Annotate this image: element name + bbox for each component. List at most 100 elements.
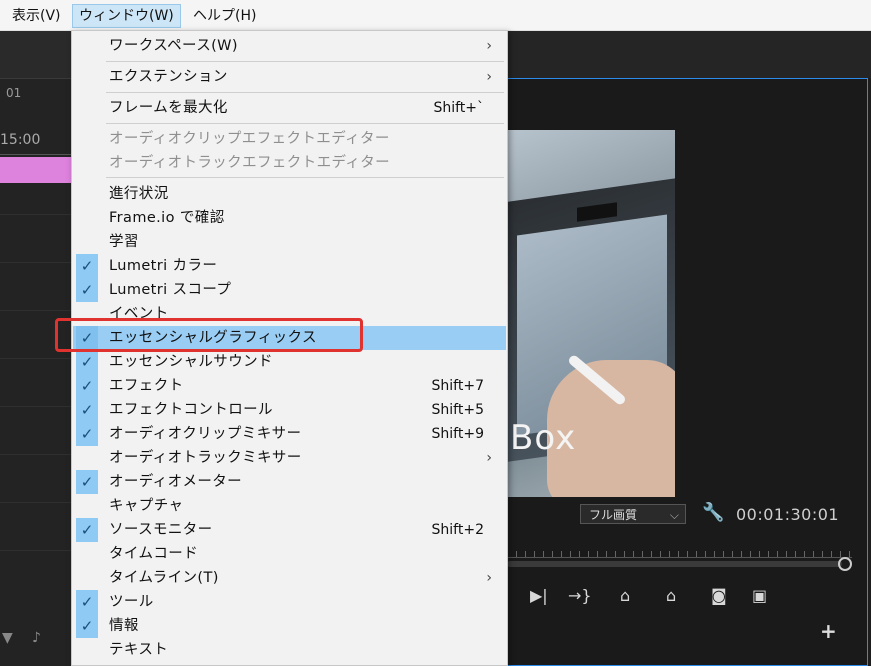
zoom-scrollbar[interactable] — [507, 561, 842, 567]
menu-item-label: オーディオクリップミキサー — [109, 426, 302, 442]
menu-item-label: エッセンシャルサウンド — [109, 354, 273, 370]
menu-item-timeline[interactable]: タイムライン(T) › — [73, 566, 506, 590]
menu-item-label: Lumetri スコープ — [109, 282, 232, 298]
quality-value: フル画質 — [589, 508, 638, 522]
menu-item-label: フレームを最大化 — [109, 100, 228, 116]
menu-item-info[interactable]: ✓ 情報 — [73, 614, 506, 638]
filter-icon[interactable]: ▼ — [2, 630, 13, 646]
video-overlay-text: Box — [510, 418, 577, 458]
menu-item-workspace[interactable]: ワークスペース(W) › — [73, 34, 506, 58]
check-icon: ✓ — [76, 278, 98, 302]
chevron-down-icon: ⌵ — [669, 508, 679, 522]
menu-item-source-monitor[interactable]: ✓ ソースモニター Shift+2 — [73, 518, 506, 542]
menu-item-lumetri-scopes[interactable]: ✓ Lumetri スコープ — [73, 278, 506, 302]
audio-icon[interactable]: ♪ — [32, 630, 41, 646]
menu-view[interactable]: 表示(V) — [12, 4, 61, 28]
check-icon: ✓ — [76, 254, 98, 278]
menu-item-label: 学習 — [109, 234, 139, 250]
menu-item-label: オーディオトラックミキサー — [109, 450, 302, 466]
menu-item-label: Lumetri カラー — [109, 258, 218, 274]
check-icon: ✓ — [76, 422, 98, 446]
go-to-out-icon[interactable]: →} — [568, 586, 592, 605]
menu-item-effect-controls[interactable]: ✓ エフェクトコントロール Shift+5 — [73, 398, 506, 422]
wrench-icon[interactable]: 🔧 — [702, 502, 724, 523]
menu-item-label: タイムライン(T) — [109, 570, 219, 586]
playhead-timecode[interactable]: 00:01:30:01 — [736, 505, 839, 524]
zoom-handle[interactable] — [838, 557, 852, 571]
menu-item-shortcut: Shift+` — [433, 100, 484, 116]
menu-item-essential-sound[interactable]: ✓ エッセンシャルサウンド — [73, 350, 506, 374]
menu-separator — [106, 61, 504, 62]
menu-item-audio-meters[interactable]: ✓ オーディオメーター — [73, 470, 506, 494]
compare-view-icon[interactable]: ▣ — [752, 586, 767, 605]
timeline-ruler — [0, 154, 72, 155]
track-divider — [0, 214, 72, 215]
menu-separator — [106, 123, 504, 124]
menu-separator — [106, 92, 504, 93]
menu-item-shortcut: Shift+7 — [431, 378, 484, 394]
submenu-arrow-icon: › — [486, 450, 492, 466]
timeline-tab-bar — [0, 31, 72, 79]
menu-item-label: エフェクト — [109, 378, 184, 394]
menu-item-label: オーディオメーター — [109, 474, 243, 490]
timeline-ruler-time: 15:00 — [0, 132, 41, 148]
check-icon: ✓ — [76, 518, 98, 542]
track-divider — [0, 262, 72, 263]
menu-item-frameio-review[interactable]: Frame.io で確認 — [73, 206, 506, 230]
menu-item-audio-clip-mixer[interactable]: ✓ オーディオクリップミキサー Shift+9 — [73, 422, 506, 446]
menu-item-label: エクステンション — [109, 69, 228, 85]
timeline-bottom-tools: ▼ ♪ — [0, 628, 72, 654]
menu-item-timecode[interactable]: タイムコード — [73, 542, 506, 566]
playback-quality-select[interactable]: フル画質 ⌵ — [580, 504, 686, 524]
menu-help[interactable]: ヘルプ(H) — [193, 4, 256, 28]
menu-item-progress[interactable]: 進行状況 — [73, 182, 506, 206]
extract-icon[interactable]: ⌂ — [666, 586, 676, 605]
menu-item-effects[interactable]: ✓ エフェクト Shift+7 — [73, 374, 506, 398]
step-forward-icon[interactable]: ▶| — [530, 586, 548, 605]
lift-icon[interactable]: ⌂ — [620, 586, 630, 605]
check-icon: ✓ — [76, 398, 98, 422]
menu-window[interactable]: ウィンドウ(W) — [72, 4, 181, 28]
menu-item-shortcut: Shift+2 — [431, 522, 484, 538]
track-divider — [0, 454, 72, 455]
menu-item-label: Frame.io で確認 — [109, 210, 225, 226]
menu-item-capture[interactable]: キャプチャ — [73, 494, 506, 518]
track-divider — [0, 406, 72, 407]
menu-item-lumetri-color[interactable]: ✓ Lumetri カラー — [73, 254, 506, 278]
menu-item-maximize-frame[interactable]: フレームを最大化 Shift+` — [73, 96, 506, 120]
camera-icon[interactable]: ◙ — [711, 586, 727, 605]
menu-item-text[interactable]: テキスト — [73, 638, 506, 662]
track-divider — [0, 502, 72, 503]
menu-item-label: 情報 — [109, 618, 139, 634]
menu-item-shortcut: Shift+5 — [431, 402, 484, 418]
menu-item-label: エフェクトコントロール — [109, 402, 273, 418]
menu-item-shortcut: Shift+9 — [431, 426, 484, 442]
menu-item-learn[interactable]: 学習 — [73, 230, 506, 254]
check-icon: ✓ — [76, 590, 98, 614]
menu-item-audio-track-mixer[interactable]: オーディオトラックミキサー › — [73, 446, 506, 470]
menu-item-label: ソースモニター — [109, 522, 213, 538]
menu-bar: 表示(V) ウィンドウ(W) ヘルプ(H) — [0, 0, 871, 31]
check-icon: ✓ — [76, 350, 98, 374]
submenu-arrow-icon: › — [486, 69, 492, 85]
highlight-callout-box — [55, 318, 363, 352]
menu-item-extensions[interactable]: エクステンション › — [73, 65, 506, 89]
timeline-clip[interactable] — [0, 157, 72, 183]
submenu-arrow-icon: › — [486, 570, 492, 586]
add-button[interactable]: + — [820, 619, 837, 643]
menu-item-label: タイムコード — [109, 546, 199, 562]
submenu-arrow-icon: › — [486, 38, 492, 54]
time-ruler[interactable] — [507, 543, 852, 558]
check-icon: ✓ — [76, 374, 98, 398]
menu-item-tools[interactable]: ✓ ツール — [73, 590, 506, 614]
menu-item-label: ワークスペース(W) — [109, 38, 238, 54]
menu-item-label: テキスト — [109, 642, 169, 658]
track-divider — [0, 550, 72, 551]
menu-item-label: 進行状況 — [109, 186, 169, 202]
check-icon: ✓ — [76, 614, 98, 638]
timeline-small-timecode: 01 — [6, 86, 22, 100]
track-divider — [0, 310, 72, 311]
menu-item-label: ツール — [109, 594, 154, 610]
menu-separator — [106, 177, 504, 178]
monitor-tab-bar — [507, 31, 871, 78]
